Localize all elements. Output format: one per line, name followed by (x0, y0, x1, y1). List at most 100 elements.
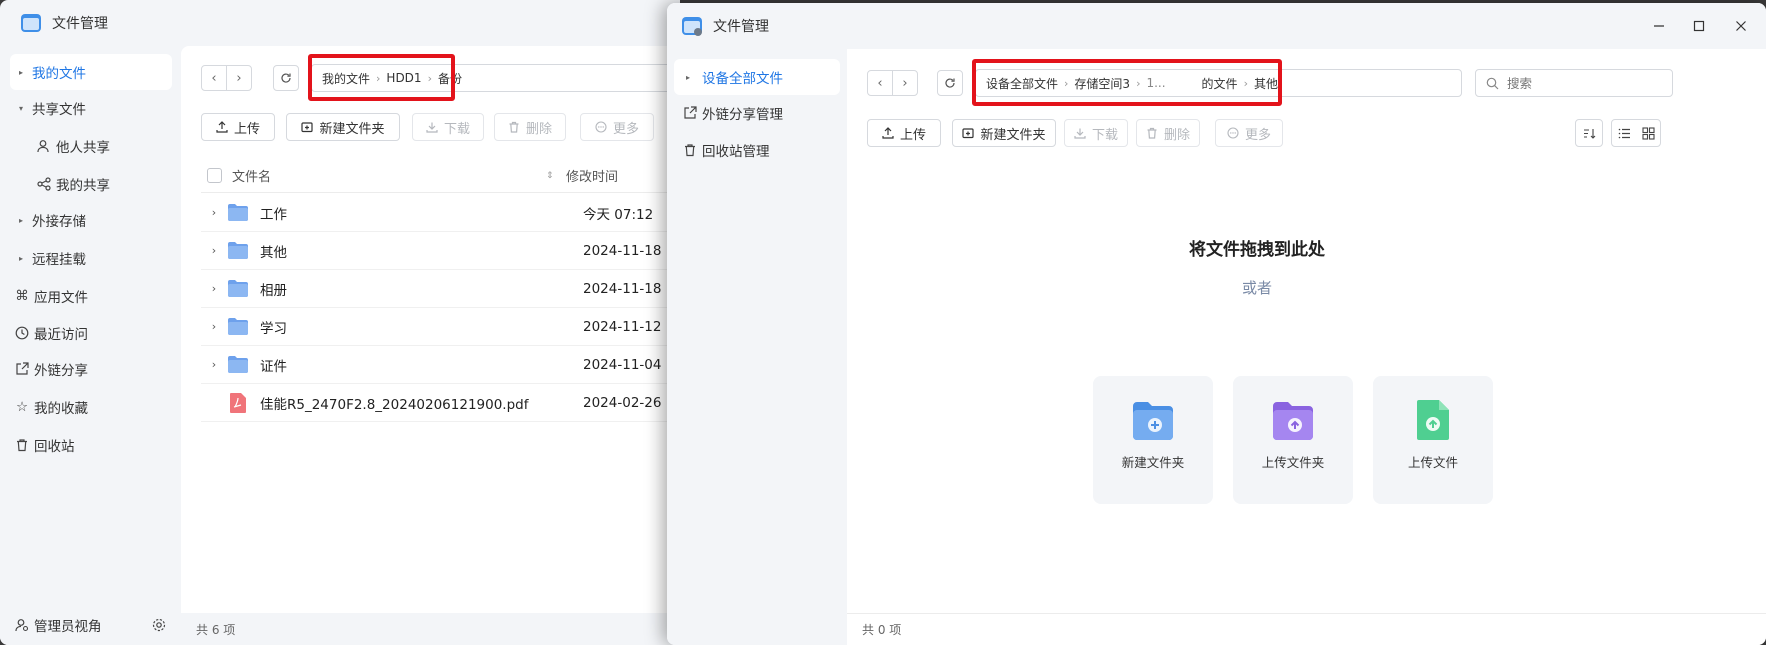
delete-button[interactable]: 删除 (1136, 119, 1200, 147)
table-row[interactable]: › 相册 2024-11-18 (201, 270, 680, 308)
item-count: 共 6 项 (196, 622, 236, 637)
table-row[interactable]: › 其他 2024-11-18 (201, 232, 680, 270)
grid-view-icon[interactable] (1641, 126, 1655, 140)
sidebar-item-external-storage[interactable]: ▸ 外接存储 (10, 202, 172, 238)
forward-button[interactable]: › (226, 65, 252, 91)
card-label: 上传文件 (1407, 455, 1458, 470)
external-link-icon (678, 106, 702, 120)
sidebar-item-label: 我的共享 (56, 178, 110, 194)
sidebar-item-recent[interactable]: 最近访问 (10, 315, 172, 351)
sidebar-item-link-share[interactable]: 外链分享 (10, 351, 172, 387)
trash-icon (678, 143, 702, 157)
download-label: 下载 (443, 121, 470, 137)
download-button[interactable]: 下载 (412, 113, 484, 141)
folder-icon (227, 241, 249, 260)
table-row[interactable]: › 学习 2024-11-12 (201, 308, 680, 346)
sidebar-item-label: 设备全部文件 (702, 71, 783, 87)
upload-icon (216, 121, 228, 133)
sidebar-item-recycle-manage[interactable]: 回收站管理 (678, 132, 839, 168)
file-date: 2024-11-18 (583, 242, 662, 259)
sidebar-item-label: 最近访问 (34, 327, 88, 343)
pdf-icon (227, 392, 249, 414)
sidebar-item-my-files[interactable]: ▸ 我的文件 (10, 54, 172, 90)
sort-icon[interactable]: ⇕ (546, 171, 562, 181)
select-all-checkbox[interactable] (207, 168, 222, 183)
sidebar-item-recycle-bin[interactable]: 回收站 (10, 427, 172, 463)
sidebar-item-all-device-files[interactable]: ▸ 设备全部文件 (674, 59, 840, 95)
new-folder-button[interactable]: 新建文件夹 (952, 119, 1056, 147)
maximize-button[interactable] (1688, 15, 1710, 37)
download-button[interactable]: 下载 (1064, 119, 1128, 147)
table-row[interactable]: 佳能R5_2470F2.8_20240206121900.pdf 2024-02… (201, 384, 680, 422)
delete-button[interactable]: 删除 (494, 113, 566, 141)
table-row[interactable]: › 证件 2024-11-04 (201, 346, 680, 384)
status-bar: 共 6 项 (181, 613, 680, 645)
sidebar: ▸ 设备全部文件 外链分享管理 回收站管理 (667, 49, 847, 645)
expand-caret-icon[interactable]: › (201, 358, 227, 371)
minimize-button[interactable] (1648, 15, 1670, 37)
refresh-button[interactable] (937, 70, 963, 96)
file-date: 2024-02-26 (583, 394, 662, 411)
drop-zone-or: 或者 (1241, 279, 1272, 297)
caret-down-icon: ▾ (18, 103, 23, 113)
file-manager-window-left: 文件管理 ▸ 我的文件 ▾ 共享文件 他人共享 我的共享 ▸ 外接存储 ▸ 远程… (0, 0, 680, 645)
caret-right-icon: ▸ (18, 215, 23, 225)
sidebar-item-label: 外接存储 (32, 214, 86, 230)
expand-caret-icon[interactable]: › (201, 320, 227, 333)
sidebar-item-favorites[interactable]: ☆ 我的收藏 (10, 389, 172, 425)
sidebar-item-label: 回收站 (34, 439, 75, 455)
list-view-icon[interactable] (1618, 127, 1631, 140)
upload-file-card[interactable]: 上传文件 (1373, 376, 1493, 504)
card-label: 新建文件夹 (1121, 455, 1185, 470)
more-button[interactable]: 更多 (580, 113, 654, 141)
back-button[interactable]: ‹ (867, 70, 893, 96)
expand-caret-icon[interactable]: › (201, 206, 227, 219)
table-row[interactable]: › 工作 今天 07:12 (201, 194, 680, 232)
trash-icon (10, 438, 34, 452)
folder-icon (227, 317, 249, 336)
sidebar-item-my-shares[interactable]: 我的共享 (32, 166, 172, 202)
file-name: 证件 (260, 358, 287, 375)
search-input[interactable] (1507, 75, 1657, 91)
drop-zone-title: 将文件拖拽到此处 (1189, 240, 1325, 260)
column-header-modified[interactable]: 修改时间 (566, 166, 618, 185)
upload-folder-icon (1271, 400, 1315, 442)
admin-view-toggle[interactable]: 管理员视角 (10, 607, 172, 643)
sidebar-item-link-share-manage[interactable]: 外链分享管理 (678, 95, 839, 131)
refresh-button[interactable] (273, 65, 299, 91)
close-button[interactable] (1730, 15, 1752, 37)
upload-button[interactable]: 上传 (201, 113, 275, 141)
new-folder-label: 新建文件夹 (319, 121, 385, 137)
more-label: 更多 (612, 121, 639, 137)
window-title: 文件管理 (52, 16, 108, 32)
clock-icon (10, 326, 34, 340)
file-manager-window-right: 文件管理 ▸ 设备全部文件 外链分享管理 回收站管理 ‹ › 设备全部文件 › … (667, 3, 1766, 645)
column-header-name[interactable]: 文件名 (232, 166, 546, 185)
back-button[interactable]: ‹ (201, 65, 227, 91)
sidebar-item-app-files[interactable]: ⌘ 应用文件 (10, 278, 172, 314)
new-folder-button[interactable]: 新建文件夹 (286, 113, 400, 141)
upload-folder-card[interactable]: 上传文件夹 (1233, 376, 1353, 504)
card-label: 上传文件夹 (1261, 455, 1325, 470)
expand-caret-icon[interactable]: › (201, 244, 227, 257)
more-button[interactable]: 更多 (1215, 119, 1283, 147)
sidebar-item-shared-files[interactable]: ▾ 共享文件 (10, 90, 172, 126)
upload-button[interactable]: 上传 (867, 119, 941, 147)
sidebar-item-others-shared[interactable]: 他人共享 (32, 128, 172, 164)
sort-icon (1583, 127, 1596, 140)
expand-caret-icon[interactable]: › (201, 282, 227, 295)
delete-label: 删除 (1163, 127, 1190, 143)
sort-button[interactable] (1575, 119, 1603, 147)
file-date: 2024-11-12 (583, 318, 662, 335)
sidebar-item-remote-mount[interactable]: ▸ 远程挂载 (10, 240, 172, 276)
users-icon (32, 139, 56, 153)
star-icon: ☆ (15, 399, 29, 415)
search-box[interactable] (1475, 69, 1673, 97)
caret-right-icon: ▸ (685, 72, 690, 82)
new-folder-card[interactable]: 新建文件夹 (1093, 376, 1213, 504)
upload-label: 上传 (233, 121, 260, 137)
forward-button[interactable]: › (892, 70, 918, 96)
download-icon (1074, 127, 1086, 139)
file-name: 工作 (260, 206, 287, 223)
settings-gear-icon[interactable] (152, 618, 166, 632)
